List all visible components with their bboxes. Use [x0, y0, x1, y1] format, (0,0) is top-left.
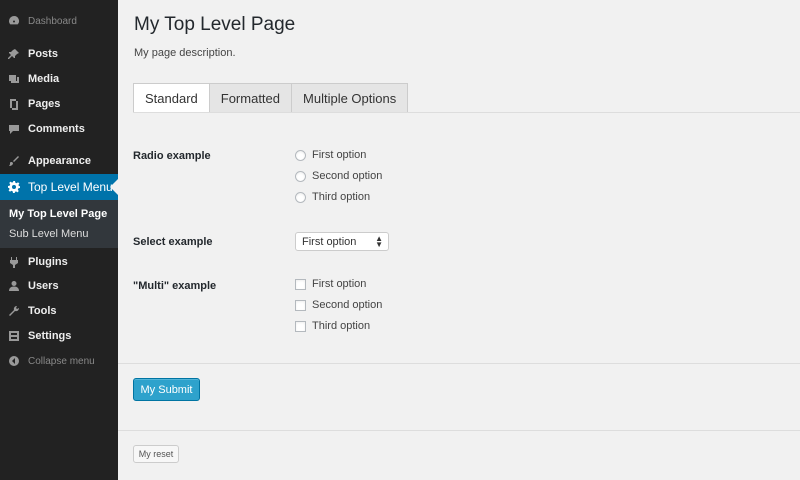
option-label: Second option — [312, 299, 383, 311]
multi-third-option[interactable]: Third option — [295, 319, 370, 333]
submenu: My Top Level Page Sub Level Menu — [0, 200, 118, 248]
checkbox[interactable] — [295, 278, 306, 290]
users-icon — [7, 279, 21, 293]
option-label: Second option — [312, 170, 383, 182]
submit-button[interactable]: My Submit — [133, 378, 200, 401]
admin-sidebar: Dashboard Posts Media Pages Comments App… — [0, 0, 118, 480]
menu-pages[interactable]: Pages — [0, 93, 118, 115]
radio-second-option[interactable]: Second option — [295, 169, 382, 183]
radio-example-label: Radio example — [133, 150, 211, 162]
collapse-icon — [7, 354, 21, 368]
menu-label: Tools — [28, 305, 57, 317]
page-description: My page description. — [134, 47, 236, 59]
menu-label: Top Level Menu — [28, 180, 113, 194]
menu-appearance[interactable]: Appearance — [0, 150, 118, 172]
menu-label: Media — [28, 73, 60, 85]
option-label: Third option — [312, 320, 371, 332]
reset-button[interactable]: My reset — [133, 445, 179, 463]
menu-plugins[interactable]: Plugins — [0, 251, 118, 273]
page-title: My Top Level Page — [134, 14, 296, 35]
option-label: First option — [312, 149, 367, 161]
menu-label: Pages — [28, 98, 61, 110]
radio-button[interactable] — [295, 170, 306, 182]
pages-icon — [7, 97, 21, 111]
option-label: First option — [312, 278, 367, 290]
comment-icon — [7, 122, 21, 136]
settings-icon — [7, 329, 21, 343]
menu-tools[interactable]: Tools — [0, 300, 118, 322]
tab-formatted[interactable]: Formatted — [208, 83, 293, 113]
section-divider — [118, 363, 800, 364]
radio-first-option[interactable]: First option — [295, 148, 366, 162]
menu-label: Users — [28, 280, 59, 292]
tab-bar: Standard Formatted Multiple Options — [133, 83, 409, 113]
menu-dashboard[interactable]: Dashboard — [0, 10, 118, 32]
menu-comments[interactable]: Comments — [0, 118, 118, 140]
menu-posts[interactable]: Posts — [0, 43, 118, 65]
menu-label: Collapse menu — [28, 355, 95, 367]
main-content: My Top Level Page My page description. S… — [118, 0, 800, 480]
menu-label: Plugins — [28, 256, 68, 268]
multi-first-option[interactable]: First option — [295, 277, 366, 291]
tab-standard[interactable]: Standard — [133, 83, 210, 113]
media-icon — [7, 72, 21, 86]
menu-top-level-menu[interactable]: Top Level Menu — [0, 174, 118, 200]
checkbox[interactable] — [295, 320, 306, 332]
multi-example-label: "Multi" example — [133, 280, 217, 292]
menu-media[interactable]: Media — [0, 68, 118, 90]
menu-label: Settings — [28, 330, 72, 342]
brush-icon — [7, 154, 21, 168]
section-divider — [118, 430, 800, 431]
gear-icon — [7, 180, 21, 194]
dashboard-icon — [7, 14, 21, 28]
menu-label: Comments — [28, 123, 85, 135]
wrench-icon — [7, 304, 21, 318]
submenu-sub-level-menu[interactable]: Sub Level Menu — [9, 228, 89, 240]
select-arrows-icon: ▲ ▼ — [375, 234, 383, 249]
plugin-icon — [7, 255, 21, 269]
select-example-label: Select example — [133, 236, 213, 248]
radio-button[interactable] — [295, 191, 306, 203]
menu-settings[interactable]: Settings — [0, 325, 118, 347]
radio-button[interactable] — [295, 149, 306, 161]
tab-divider — [133, 112, 800, 113]
menu-label: Appearance — [28, 155, 91, 167]
pin-icon — [7, 47, 21, 61]
submenu-my-top-level-page[interactable]: My Top Level Page — [9, 208, 107, 220]
menu-label: Dashboard — [28, 15, 77, 27]
menu-collapse[interactable]: Collapse menu — [0, 350, 118, 372]
menu-users[interactable]: Users — [0, 275, 118, 297]
multi-second-option[interactable]: Second option — [295, 298, 382, 312]
tab-multiple-options[interactable]: Multiple Options — [291, 83, 409, 113]
checkbox[interactable] — [295, 299, 306, 311]
radio-third-option[interactable]: Third option — [295, 190, 370, 204]
select-dropdown[interactable]: First option ▲ ▼ — [295, 232, 389, 251]
select-value: First option — [302, 235, 357, 248]
menu-label: Posts — [28, 48, 58, 60]
option-label: Third option — [312, 191, 371, 203]
